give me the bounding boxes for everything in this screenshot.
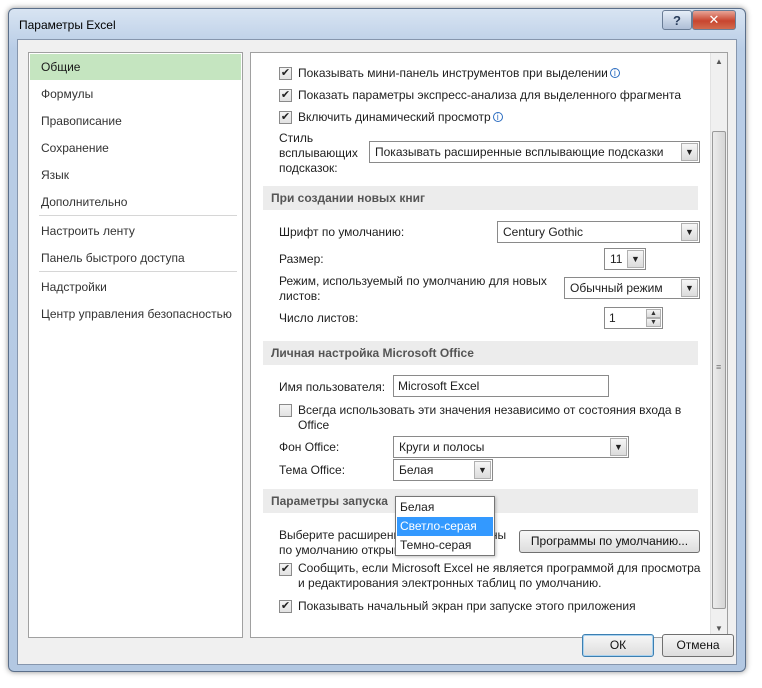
notify-default-checkbox[interactable]: ✔ (279, 563, 292, 576)
always-use-values-checkbox[interactable] (279, 404, 292, 417)
vertical-scrollbar[interactable]: ▲ ≡ ▼ (710, 53, 727, 637)
info-icon[interactable]: i (492, 112, 503, 122)
chevron-down-icon[interactable]: ▼ (610, 438, 627, 456)
close-button[interactable]: ✕ (692, 10, 736, 30)
sidebar-item-advanced[interactable]: Дополнительно (30, 189, 241, 215)
dialog-client-area: Общие Формулы Правописание Сохранение Яз… (17, 39, 737, 665)
chevron-down-icon[interactable]: ▼ (627, 250, 644, 268)
chevron-down-icon[interactable]: ▼ (681, 143, 698, 161)
sheet-count-label: Число листов: (279, 311, 359, 325)
office-background-select[interactable]: Круги и полосы ▼ (393, 436, 629, 458)
spin-up-icon[interactable]: ▲ (646, 309, 661, 318)
personalize-section-header: Личная настройка Microsoft Office (263, 341, 698, 365)
default-view-value: Обычный режим (570, 281, 663, 295)
sidebar-item-trust-center[interactable]: Центр управления безопасностью (30, 301, 241, 327)
sidebar-item-proofing[interactable]: Правописание (30, 108, 241, 134)
office-background-value: Круги и полосы (399, 440, 485, 454)
tooltip-style-value: Показывать расширенные всплывающие подск… (375, 145, 664, 159)
live-preview-label: Включить динамический просмотр i (298, 110, 503, 124)
chevron-down-icon[interactable]: ▼ (681, 223, 698, 241)
always-use-values-label: Всегда использовать эти значения независ… (298, 403, 682, 432)
window-title: Параметры Excel (19, 18, 116, 32)
default-programs-button[interactable]: Программы по умолчанию... (519, 530, 700, 553)
sidebar-divider (39, 215, 237, 216)
new-workbook-section-header: При создании новых книг (263, 186, 698, 210)
quick-analysis-label: Показать параметры экспресс-анализа для … (298, 88, 682, 102)
cancel-button[interactable]: Отмена (662, 634, 734, 657)
spin-down-icon[interactable]: ▼ (646, 318, 661, 327)
sidebar-divider (39, 271, 237, 272)
help-button[interactable]: ? (662, 10, 692, 30)
sidebar-item-save[interactable]: Сохранение (30, 135, 241, 161)
font-size-value: 11 (610, 252, 623, 266)
theme-option-dark-gray[interactable]: Темно-серая (397, 536, 493, 555)
category-sidebar: Общие Формулы Правописание Сохранение Яз… (28, 52, 243, 638)
office-theme-value: Белая (399, 463, 434, 477)
sidebar-item-formulas[interactable]: Формулы (30, 81, 241, 107)
default-view-select[interactable]: Обычный режим ▼ (564, 277, 700, 299)
show-start-screen-label: Показывать начальный экран при запуске э… (298, 599, 636, 613)
sidebar-item-general[interactable]: Общие (30, 54, 241, 80)
sidebar-item-language[interactable]: Язык (30, 162, 241, 188)
quick-analysis-checkbox[interactable]: ✔ (279, 89, 292, 102)
mini-toolbar-label: Показывать мини-панель инструментов при … (298, 66, 620, 80)
ok-button[interactable]: ОК (582, 634, 654, 657)
chevron-down-icon[interactable]: ▼ (474, 461, 491, 479)
sidebar-item-customize-ribbon[interactable]: Настроить ленту (30, 218, 241, 244)
username-input[interactable]: Microsoft Excel (393, 375, 609, 397)
excel-options-dialog: Параметры Excel ? ✕ Общие Формулы Правоп… (8, 8, 746, 672)
default-font-select[interactable]: Century Gothic ▼ (497, 221, 700, 243)
theme-option-white[interactable]: Белая (397, 498, 493, 517)
scroll-up-icon[interactable]: ▲ (711, 53, 727, 70)
scrollbar-thumb[interactable]: ≡ (712, 131, 726, 609)
office-background-label: Фон Office: (279, 440, 340, 454)
tooltip-style-select[interactable]: Показывать расширенные всплывающие подск… (369, 141, 700, 163)
default-font-label: Шрифт по умолчанию: (279, 225, 405, 239)
font-size-select[interactable]: 11 ▼ (604, 248, 646, 270)
notify-default-label: Сообщить, если Microsoft Excel не являет… (298, 561, 701, 590)
username-label: Имя пользователя: (279, 380, 386, 394)
mini-toolbar-checkbox[interactable]: ✔ (279, 67, 292, 80)
office-theme-select[interactable]: Белая ▼ (393, 459, 493, 481)
info-icon[interactable]: i (609, 68, 620, 78)
sheet-count-stepper[interactable]: 1 ▲ ▼ (604, 307, 663, 329)
sidebar-item-add-ins[interactable]: Надстройки (30, 274, 241, 300)
sheet-count-value: 1 (609, 311, 616, 325)
show-start-screen-checkbox[interactable]: ✔ (279, 600, 292, 613)
default-font-value: Century Gothic (503, 225, 584, 239)
font-size-label: Размер: (279, 252, 324, 266)
tooltip-style-label: Стиль всплывающих подсказок: (279, 131, 358, 175)
sidebar-item-quick-access-toolbar[interactable]: Панель быстрого доступа (30, 245, 241, 271)
settings-panel: ✔ Показывать мини-панель инструментов пр… (250, 52, 728, 638)
chevron-down-icon[interactable]: ▼ (681, 279, 698, 297)
office-theme-dropdown-list: Белая Светло-серая Темно-серая (395, 496, 495, 556)
grip-icon: ≡ (716, 362, 722, 372)
live-preview-checkbox[interactable]: ✔ (279, 111, 292, 124)
default-view-label: Режим, используемый по умолчанию для нов… (279, 274, 547, 303)
theme-option-light-gray[interactable]: Светло-серая (397, 517, 493, 536)
office-theme-label: Тема Office: (279, 463, 346, 477)
